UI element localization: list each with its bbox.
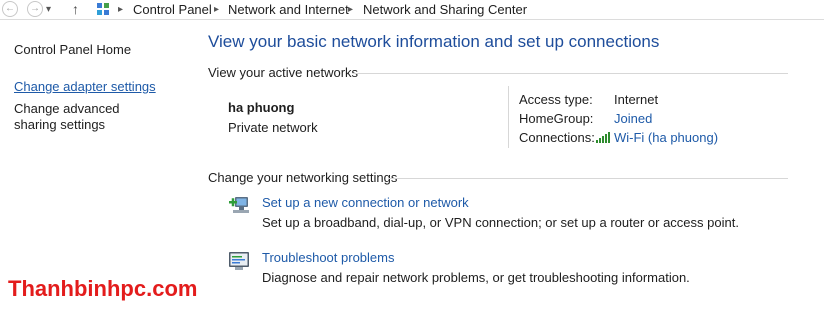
breadcrumb-separator-icon[interactable]: ▸ <box>118 2 123 18</box>
networking-settings-heading: Change your networking settings <box>208 170 398 185</box>
network-type: Private network <box>228 120 318 135</box>
active-networks-heading: View your active networks <box>208 65 359 80</box>
watermark: Thanhbinhpc.com <box>8 276 198 301</box>
setup-new-connection-description: Set up a broadband, dial-up, or VPN conn… <box>262 215 739 230</box>
up-arrow-icon[interactable]: ↑ <box>72 0 79 18</box>
troubleshoot-problems-link[interactable]: Troubleshoot problems <box>262 250 394 265</box>
breadcrumb-separator-icon[interactable]: ▸ <box>348 2 353 18</box>
network-setup-icon <box>229 197 249 213</box>
homegroup-label: HomeGroup: <box>519 111 594 126</box>
control-panel-icon <box>97 3 109 15</box>
page-title: View your basic network information and … <box>208 32 660 51</box>
recent-pages-chevron-icon[interactable]: ▾ <box>46 2 51 18</box>
wifi-connection-link[interactable]: Wi-Fi (ha phuong) <box>614 130 718 145</box>
wifi-signal-icon <box>596 132 610 143</box>
divider <box>353 73 788 74</box>
change-adapter-settings-link[interactable]: Change adapter settings <box>14 79 156 94</box>
breadcrumb-network-and-internet[interactable]: Network and Internet <box>228 2 349 17</box>
breadcrumb-control-panel[interactable]: Control Panel <box>133 2 212 17</box>
control-panel-home-link[interactable]: Control Panel Home <box>14 42 131 57</box>
address-bar: ← → ▾ ↑ ▸ Control Panel ▸ Network and In… <box>0 0 824 20</box>
change-advanced-sharing-settings-link[interactable]: Change advanced sharing settings <box>14 101 164 133</box>
troubleshoot-problems-description: Diagnose and repair network problems, or… <box>262 270 690 285</box>
forward-button[interactable]: → <box>27 1 43 17</box>
breadcrumb-network-and-sharing-center[interactable]: Network and Sharing Center <box>363 2 527 17</box>
access-type-value: Internet <box>614 92 659 107</box>
connections-label: Connections: <box>519 130 595 145</box>
divider <box>508 86 509 148</box>
access-type-label: Access type: <box>519 92 593 107</box>
divider <box>389 178 788 179</box>
setup-new-connection-link[interactable]: Set up a new connection or network <box>262 195 469 210</box>
back-button[interactable]: ← <box>2 1 18 17</box>
breadcrumb-separator-icon[interactable]: ▸ <box>214 2 219 18</box>
network-name: ha phuong <box>228 100 295 115</box>
homegroup-joined-link[interactable]: Joined <box>614 111 652 126</box>
troubleshoot-icon <box>229 252 249 270</box>
